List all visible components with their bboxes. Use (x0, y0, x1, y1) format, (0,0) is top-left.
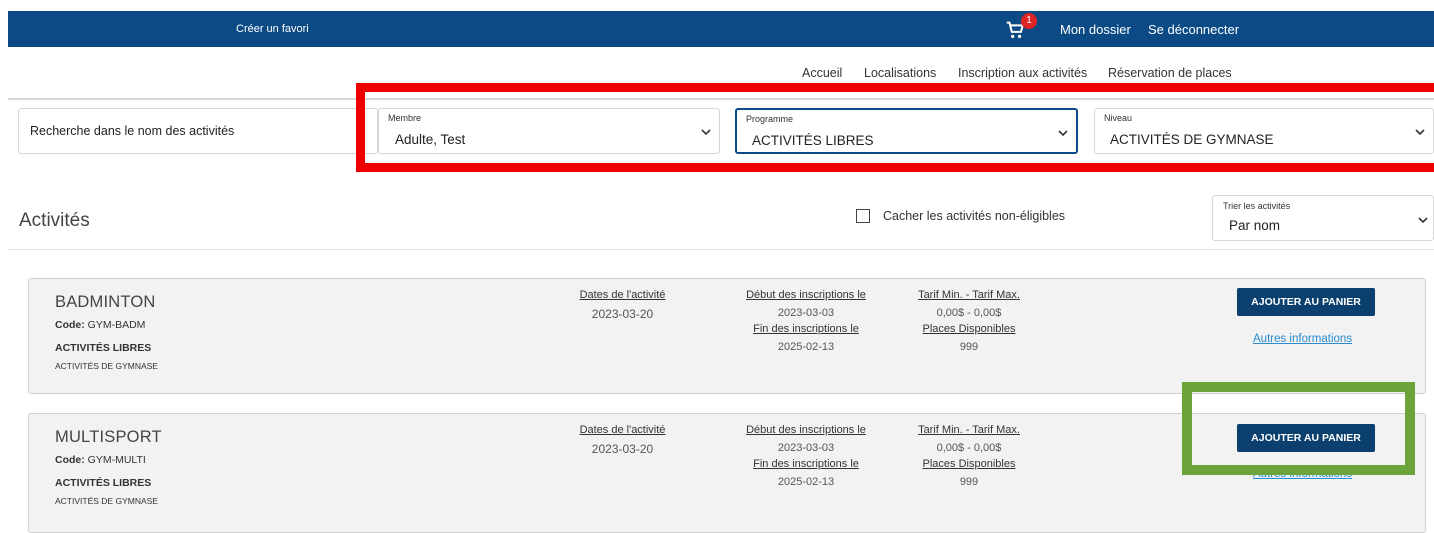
my-file-link[interactable]: Mon dossier (1060, 22, 1131, 37)
activity-name: BADMINTON (55, 293, 156, 311)
nav-reservation[interactable]: Réservation de places (1108, 66, 1232, 80)
price-header: Tarif Min. - Tarif Max. (918, 289, 1020, 301)
registration-end-header: Fin des inscriptions le (753, 323, 859, 335)
activity-date: 2023-03-20 (591, 307, 654, 321)
activity-level: ACTIVITÉS DE GYMNASE (55, 496, 158, 506)
divider (8, 249, 1434, 250)
add-to-cart-button[interactable]: AJOUTER AU PANIER (1237, 288, 1375, 316)
create-favorite-link[interactable]: Créer un favori (236, 23, 309, 35)
registration-start: 2023-03-03 (777, 442, 835, 454)
registration-column: Début des inscriptions le 2023-03-03 Fin… (731, 424, 881, 488)
registration-start-header: Début des inscriptions le (746, 289, 866, 301)
dates-column: Dates de l'activité 2023-03-20 (575, 289, 670, 321)
places-header: Places Disponibles (922, 323, 1016, 335)
registration-end-header: Fin des inscriptions le (753, 458, 859, 470)
dates-header: Dates de l'activité (579, 424, 666, 436)
activity-code-value: GYM-MULTI (87, 454, 146, 466)
registration-column: Début des inscriptions le 2023-03-03 Fin… (731, 289, 881, 353)
activity-program: ACTIVITÉS LIBRES (55, 477, 152, 489)
nav-accueil[interactable]: Accueil (802, 66, 842, 80)
activity-code-label: Code: (55, 454, 85, 466)
sort-select-value: Par nom (1229, 218, 1281, 233)
price-range: 0,00$ - 0,00$ (936, 442, 1002, 454)
activity-level: ACTIVITÉS DE GYMNASE (55, 361, 158, 371)
registration-start-header: Début des inscriptions le (746, 424, 866, 436)
logout-link[interactable]: Se déconnecter (1148, 22, 1239, 37)
price-column: Tarif Min. - Tarif Max. 0,00$ - 0,00$ Pl… (909, 289, 1029, 353)
places-header: Places Disponibles (922, 458, 1016, 470)
dates-header: Dates de l'activité (579, 289, 666, 301)
places-available: 999 (959, 341, 979, 353)
registration-end: 2025-02-13 (777, 476, 835, 488)
registration-end: 2025-02-13 (777, 341, 835, 353)
activity-program: ACTIVITÉS LIBRES (55, 342, 152, 354)
cart-count-badge: 1 (1021, 13, 1037, 29)
sort-select-label: Trier les activités (1223, 201, 1291, 211)
activity-code: Code: GYM-MULTI (55, 454, 146, 466)
places-available: 999 (959, 476, 979, 488)
search-placeholder: Recherche dans le nom des activités (30, 124, 235, 138)
price-range: 0,00$ - 0,00$ (936, 307, 1002, 319)
chevron-down-icon (1418, 217, 1428, 224)
highlight-annotation-green (1182, 382, 1415, 475)
top-bar: Créer un favori 1 Mon dossier Se déconne… (8, 11, 1434, 47)
activity-search-input[interactable]: Recherche dans le nom des activités (18, 108, 378, 154)
activity-name: MULTISPORT (55, 428, 162, 446)
activity-code-label: Code: (55, 319, 85, 331)
nav-inscription[interactable]: Inscription aux activités (958, 66, 1087, 80)
hide-ineligible-label[interactable]: Cacher les activités non-éligibles (883, 209, 1065, 223)
price-header: Tarif Min. - Tarif Max. (918, 424, 1020, 436)
nav-localisations[interactable]: Localisations (864, 66, 936, 80)
activity-card: BADMINTON Code: GYM-BADM ACTIVITÉS LIBRE… (28, 278, 1426, 394)
activity-code: Code: GYM-BADM (55, 319, 145, 331)
section-title: Activités (19, 210, 90, 231)
more-info-link[interactable]: Autres informations (1253, 333, 1352, 345)
price-column: Tarif Min. - Tarif Max. 0,00$ - 0,00$ Pl… (909, 424, 1029, 488)
sort-select[interactable]: Trier les activités Par nom (1212, 195, 1434, 241)
registration-start: 2023-03-03 (777, 307, 835, 319)
dates-column: Dates de l'activité 2023-03-20 (575, 424, 670, 456)
activity-code-value: GYM-BADM (87, 319, 146, 331)
hide-ineligible-checkbox[interactable] (856, 209, 870, 223)
highlight-annotation-red (356, 83, 1434, 172)
activity-date: 2023-03-20 (591, 442, 654, 456)
